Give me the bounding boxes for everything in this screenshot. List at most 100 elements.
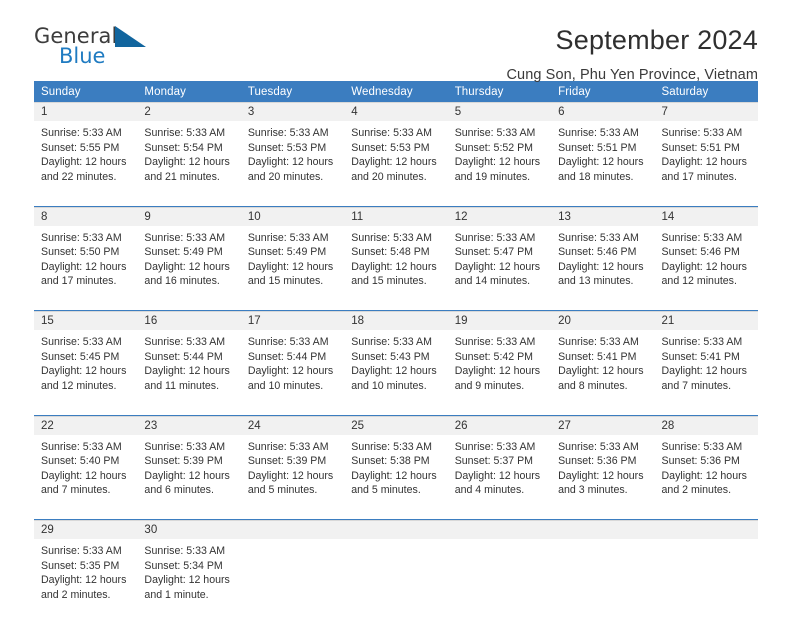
day-cell[interactable]: Sunrise: 5:33 AM Sunset: 5:53 PM Dayligh… — [240, 121, 345, 206]
daynum-cell[interactable]: 9 — [137, 206, 241, 226]
daynum-cell[interactable]: 15 — [34, 311, 138, 331]
daynum-cell[interactable]: 22 — [34, 415, 138, 435]
day-cell[interactable]: Sunrise: 5:33 AM Sunset: 5:46 PM Dayligh… — [654, 225, 758, 310]
empty-day-cell — [240, 539, 345, 624]
daylight-text-line1: Daylight: 12 hours — [351, 156, 437, 169]
daynum-cell[interactable]: 26 — [447, 415, 552, 435]
day-cell[interactable]: Sunrise: 5:33 AM Sunset: 5:55 PM Dayligh… — [34, 121, 138, 206]
day-cell[interactable]: Sunrise: 5:33 AM Sunset: 5:41 PM Dayligh… — [551, 330, 655, 415]
daynum-cell[interactable]: 7 — [654, 102, 758, 122]
daynum-cell — [551, 520, 655, 540]
logo-triangle-icon — [115, 26, 146, 47]
sunset-text: Sunset: 5:50 PM — [41, 246, 120, 259]
day-cell[interactable]: Sunrise: 5:33 AM Sunset: 5:49 PM Dayligh… — [137, 225, 241, 310]
daynum-cell[interactable]: 21 — [654, 311, 758, 331]
day-info: Sunrise: 5:33 AM Sunset: 5:42 PM Dayligh… — [448, 331, 551, 401]
day-info: Sunrise: 5:33 AM Sunset: 5:43 PM Dayligh… — [344, 331, 447, 401]
daynum-cell[interactable]: 14 — [654, 206, 758, 226]
daynum-cell[interactable]: 27 — [551, 415, 655, 435]
daylight-text-line2: and 1 minute. — [144, 588, 209, 601]
sunset-text: Sunset: 5:34 PM — [144, 559, 223, 572]
day-info: Sunrise: 5:33 AM Sunset: 5:49 PM Dayligh… — [241, 227, 344, 297]
day-cell[interactable]: Sunrise: 5:33 AM Sunset: 5:47 PM Dayligh… — [447, 225, 552, 310]
sunrise-text: Sunrise: 5:33 AM — [661, 231, 743, 244]
daylight-text-line1: Daylight: 12 hours — [661, 156, 747, 169]
day-cell[interactable]: Sunrise: 5:33 AM Sunset: 5:39 PM Dayligh… — [240, 434, 345, 519]
daylight-text-line1: Daylight: 12 hours — [351, 365, 437, 378]
daylight-text-line2: and 18 minutes. — [558, 170, 634, 183]
week-1-details: Sunrise: 5:33 AM Sunset: 5:55 PM Dayligh… — [34, 121, 758, 206]
daynum-cell[interactable]: 17 — [240, 311, 345, 331]
daylight-text-line1: Daylight: 12 hours — [41, 469, 127, 482]
daylight-text-line2: and 15 minutes. — [247, 275, 324, 288]
daylight-text-line2: and 8 minutes. — [558, 379, 628, 392]
day-info: Sunrise: 5:33 AM Sunset: 5:41 PM Dayligh… — [551, 331, 654, 401]
day-info: Sunrise: 5:33 AM Sunset: 5:48 PM Dayligh… — [344, 227, 447, 297]
daynum-cell[interactable]: 1 — [34, 102, 138, 122]
day-cell[interactable]: Sunrise: 5:33 AM Sunset: 5:44 PM Dayligh… — [240, 330, 345, 415]
daynum-cell[interactable]: 2 — [137, 102, 241, 122]
daynum-cell — [344, 520, 448, 540]
daynum-cell[interactable]: 10 — [240, 206, 345, 226]
daylight-text-line1: Daylight: 12 hours — [454, 156, 541, 169]
daylight-text-line2: and 2 minutes. — [661, 484, 732, 497]
daynum-cell[interactable]: 28 — [654, 415, 758, 435]
sunrise-text: Sunrise: 5:33 AM — [558, 440, 639, 453]
sunset-text: Sunset: 5:38 PM — [351, 455, 430, 468]
day-cell[interactable]: Sunrise: 5:33 AM Sunset: 5:51 PM Dayligh… — [654, 121, 758, 206]
weekday-header-monday: Monday — [137, 81, 241, 103]
daynum-cell[interactable]: 6 — [551, 102, 655, 122]
day-cell[interactable]: Sunrise: 5:33 AM Sunset: 5:44 PM Dayligh… — [137, 330, 241, 415]
day-number: 3 — [247, 106, 255, 118]
day-cell[interactable]: Sunrise: 5:33 AM Sunset: 5:52 PM Dayligh… — [447, 121, 552, 206]
daynum-cell[interactable]: 16 — [137, 311, 241, 331]
day-cell[interactable]: Sunrise: 5:33 AM Sunset: 5:36 PM Dayligh… — [551, 434, 655, 519]
daynum-cell[interactable]: 4 — [344, 102, 448, 122]
daynum-cell[interactable]: 19 — [447, 311, 552, 331]
daynum-cell[interactable]: 11 — [344, 206, 448, 226]
day-cell[interactable]: Sunrise: 5:33 AM Sunset: 5:43 PM Dayligh… — [344, 330, 448, 415]
day-cell[interactable]: Sunrise: 5:33 AM Sunset: 5:50 PM Dayligh… — [34, 225, 138, 310]
daynum-cell[interactable]: 13 — [551, 206, 655, 226]
day-cell[interactable]: Sunrise: 5:33 AM Sunset: 5:54 PM Dayligh… — [137, 121, 241, 206]
sunrise-text: Sunrise: 5:33 AM — [41, 545, 122, 557]
daynum-cell[interactable]: 3 — [240, 102, 345, 122]
day-cell[interactable]: Sunrise: 5:33 AM Sunset: 5:51 PM Dayligh… — [551, 121, 655, 206]
day-info: Sunrise: 5:33 AM Sunset: 5:37 PM Dayligh… — [448, 436, 551, 506]
day-cell[interactable]: Sunrise: 5:33 AM Sunset: 5:46 PM Dayligh… — [551, 225, 655, 310]
sunrise-text: Sunrise: 5:33 AM — [351, 127, 432, 139]
day-cell[interactable]: Sunrise: 5:33 AM Sunset: 5:42 PM Dayligh… — [447, 330, 552, 415]
day-cell[interactable]: Sunrise: 5:33 AM Sunset: 5:39 PM Dayligh… — [137, 434, 241, 519]
day-cell[interactable]: Sunrise: 5:33 AM Sunset: 5:37 PM Dayligh… — [447, 434, 552, 519]
day-cell[interactable]: Sunrise: 5:33 AM Sunset: 5:45 PM Dayligh… — [34, 330, 138, 415]
general-blue-logo[interactable]: General Blue — [34, 24, 154, 72]
day-cell[interactable]: Sunrise: 5:33 AM Sunset: 5:49 PM Dayligh… — [240, 225, 345, 310]
daylight-text-line1: Daylight: 12 hours — [144, 156, 230, 169]
daynum-cell[interactable]: 5 — [447, 102, 552, 122]
day-cell[interactable]: Sunrise: 5:33 AM Sunset: 5:40 PM Dayligh… — [34, 434, 138, 519]
day-info: Sunrise: 5:33 AM Sunset: 5:50 PM Dayligh… — [34, 227, 137, 297]
daynum-cell[interactable]: 25 — [344, 415, 448, 435]
day-number: 15 — [41, 315, 54, 327]
daynum-cell[interactable]: 20 — [551, 311, 655, 331]
day-cell[interactable]: Sunrise: 5:33 AM Sunset: 5:41 PM Dayligh… — [654, 330, 758, 415]
calendar-page: General Blue September 2024 Cung Son, Ph… — [0, 0, 792, 624]
daynum-cell[interactable]: 29 — [34, 520, 138, 540]
daynum-cell[interactable]: 8 — [34, 206, 138, 226]
daylight-text-line1: Daylight: 12 hours — [247, 365, 334, 378]
day-cell[interactable]: Sunrise: 5:33 AM Sunset: 5:35 PM Dayligh… — [34, 539, 138, 624]
week-5-details: Sunrise: 5:33 AM Sunset: 5:35 PM Dayligh… — [34, 539, 758, 624]
daynum-cell[interactable]: 23 — [137, 415, 241, 435]
daynum-cell[interactable]: 12 — [447, 206, 552, 226]
day-cell[interactable]: Sunrise: 5:33 AM Sunset: 5:48 PM Dayligh… — [344, 225, 448, 310]
daynum-cell[interactable]: 18 — [344, 311, 448, 331]
day-cell[interactable]: Sunrise: 5:33 AM Sunset: 5:38 PM Dayligh… — [344, 434, 448, 519]
day-info: Sunrise: 5:33 AM Sunset: 5:38 PM Dayligh… — [344, 436, 447, 506]
day-cell[interactable]: Sunrise: 5:33 AM Sunset: 5:53 PM Dayligh… — [344, 121, 448, 206]
daynum-cell[interactable]: 30 — [137, 520, 241, 540]
day-cell[interactable]: Sunrise: 5:33 AM Sunset: 5:34 PM Dayligh… — [137, 539, 241, 624]
day-cell[interactable]: Sunrise: 5:33 AM Sunset: 5:36 PM Dayligh… — [654, 434, 758, 519]
daynum-cell[interactable]: 24 — [240, 415, 345, 435]
sunrise-text: Sunrise: 5:33 AM — [247, 231, 329, 244]
day-info: Sunrise: 5:33 AM Sunset: 5:47 PM Dayligh… — [448, 227, 551, 297]
